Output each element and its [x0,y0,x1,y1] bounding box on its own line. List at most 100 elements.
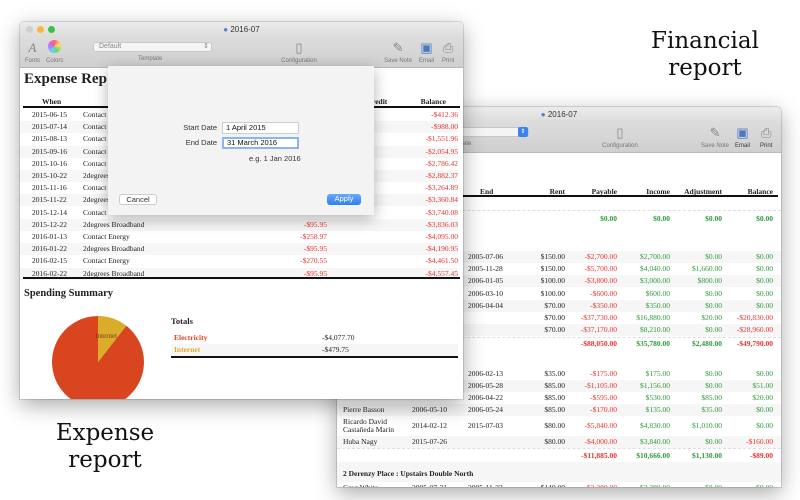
balance-cell: -$89.00 [749,451,773,460]
spending-pie-chart: ElectricityInternet [52,316,144,399]
description-cell: Contact [83,122,107,132]
print-button[interactable]: ⎙ Print [760,125,772,149]
document-icon: ● [540,110,548,119]
end-cell: 2006-01-05 [468,276,503,286]
payable-cell: -$350.00 [590,300,617,310]
description-cell: Contact Energy [83,256,130,266]
adjustment-cell: $85.00 [701,393,722,402]
adjustment-cell: $800.00 [697,276,722,286]
debit-cell: -$270.55 [300,256,327,266]
end-date-input[interactable]: 31 March 2016 [222,137,299,149]
adjustment-cell: $0.00 [705,325,722,335]
description-cell: 2degrees [83,171,110,180]
adjustment-cell: $0.00 [705,288,722,298]
fonts-button[interactable]: A Fonts [25,40,40,64]
income-cell: $2,700.00 [640,252,670,261]
table-row: 2016-01-13 Contact Energy -$258.97 -$4,095.… [20,231,458,243]
table-row: -$11,885.00 $10,666.00 $1,130.00 -$89.00 [337,450,781,462]
balance-cell: -$3,264.89 [425,183,459,193]
balance-cell: $0.00 [756,405,773,414]
balance-cell: -$4,461.50 [425,256,459,266]
balance-cell: $20.00 [752,393,773,402]
date-cell: 2016-02-15 [32,256,67,266]
chevron-updown-icon: ⇕ [203,43,209,50]
start-date-input[interactable]: 1 April 2015 [222,122,299,134]
titlebar: ● 2016-07 [20,22,463,38]
rent-cell: $70.00 [544,300,565,310]
description-cell: Contact [83,158,107,168]
zoom-button[interactable] [48,26,55,33]
debit-cell: -$95.95 [303,219,327,229]
template-select[interactable]: Default ⇕ [93,42,212,52]
name-cell: Ricardo David Castañeda Marín [343,417,395,434]
adjustment-cell: $1,010.00 [692,421,722,430]
payable-cell: -$170.00 [590,405,617,414]
rent-cell: $80.00 [544,421,565,430]
balance-cell: -$3,836.03 [425,219,459,229]
income-cell: $0.00 [653,214,670,223]
income-cell: $530.00 [645,393,670,402]
window-title: 2016-07 [547,110,578,119]
balance-cell: $0.00 [756,264,773,274]
totals-title: Totals [171,316,193,326]
rent-cell: $140.00 [541,482,565,487]
total-label: Electricity [174,333,208,342]
save-note-button[interactable]: ✎ Save Note [701,125,729,149]
income-cell: $175.00 [645,369,670,378]
balance-cell: -$20,830.00 [736,313,773,322]
adjustment-cell: $0.00 [705,437,722,446]
income-cell: $35,780.00 [636,339,670,348]
configuration-button[interactable]: ▯ Configuration [595,125,645,149]
chevron-updown-icon: ⇕ [518,127,528,137]
table-row: 2016-02-15 Contact Energy -$270.55 -$4,461.… [20,255,458,267]
payable-cell: -$3,800.00 [584,276,618,286]
email-button[interactable]: ▣ Email [735,125,750,149]
date-cell: 2015-09-16 [32,146,67,156]
date-cell: 2015-12-14 [32,207,67,217]
income-cell: $3,840.00 [640,437,670,446]
configuration-button[interactable]: ▯ Configuration [274,40,324,64]
rent-cell: $150.00 [540,264,565,274]
rent-cell: $70.00 [544,313,565,322]
apply-button[interactable]: Apply [327,194,361,205]
print-button[interactable]: ⎙ Print [442,40,454,64]
rent-cell: $85.00 [544,393,565,402]
table-row: 2015-12-22 2degrees Broadband -$95.95 -$3,8… [20,218,459,231]
save-note-button[interactable]: ✎ Save Note [384,40,412,64]
total-label: Internet [174,345,201,354]
description-cell: Contact [83,207,107,217]
minimize-button[interactable] [37,26,44,33]
date-cell: 2015-06-15 [32,110,67,119]
financial-report-caption: Financial report [651,28,759,81]
email-button[interactable]: ▣ Email [419,40,434,64]
balance-cell: -$3,360.84 [425,195,459,205]
divider [337,448,781,449]
report-heading: Expense Rep [24,71,107,87]
payable-cell: -$2,700.00 [584,252,618,261]
rent-cell: $85.00 [544,381,565,390]
end-cell: 2005-07-06 [468,252,503,261]
email-icon: ▣ [420,40,433,55]
balance-cell: -$160.00 [746,437,773,446]
date-range-dialog: Start Date 1 April 2015 End Date 31 Marc… [108,66,374,215]
payable-cell: -$5,840.00 [584,421,618,430]
rent-cell: $100.00 [540,276,565,286]
balance-cell: -$49,790.00 [736,339,773,348]
payable-cell: -$37,170.00 [580,325,617,335]
fonts-icon: A [28,40,37,55]
pie-label: Internet [95,332,117,340]
total-value: -$479.75 [322,345,349,354]
adjustment-cell: $20.00 [701,313,722,322]
adjustment-cell: $0.00 [705,214,722,223]
colors-button[interactable]: Colors [46,40,63,64]
table-row: Huba Nagy 2015-07-26 $80.00 -$4,000.00 $3,84… [337,436,781,448]
close-button[interactable] [26,26,33,33]
adjustment-cell: $2,480.00 [692,339,722,348]
start-cell: 2015-07-26 [412,437,447,446]
email-icon: ▣ [736,125,749,140]
note-icon: ✎ [392,40,404,55]
income-cell: $4,040.00 [640,264,670,274]
cancel-button[interactable]: Cancel [119,194,157,205]
divider [23,277,460,279]
payable-cell: -$1,105.00 [584,381,618,390]
